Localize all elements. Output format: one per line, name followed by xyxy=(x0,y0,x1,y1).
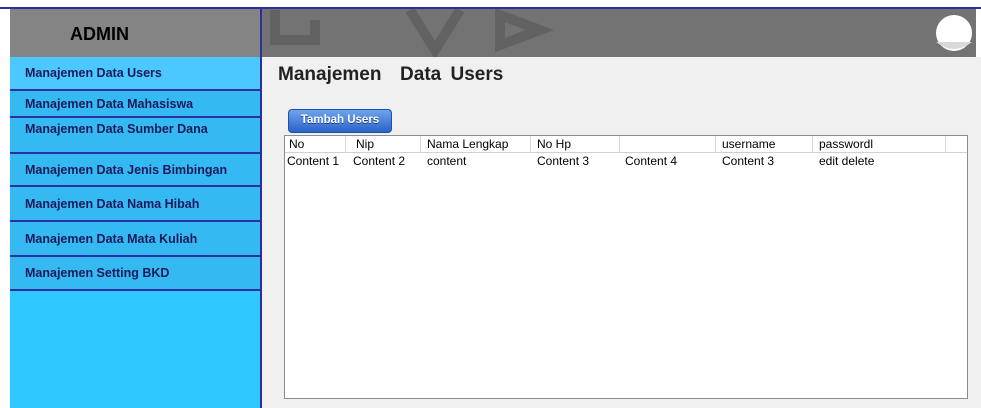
admin-title: ADMIN xyxy=(70,24,129,44)
sidebar-item-label: Manajemen Data Sumber Dana xyxy=(25,122,208,136)
sidebar-item-data-mata-kuliah[interactable]: Manajemen Data Mata Kuliah xyxy=(10,222,260,257)
column-header-nip[interactable]: Nip xyxy=(356,137,374,151)
cell-nip: Content 2 xyxy=(353,154,406,168)
sidebar-item-label: Manajemen Setting BKD xyxy=(25,266,170,280)
sidebar-item-label: Manajemen Data Nama Hibah xyxy=(25,196,200,211)
sidebar-item-data-sumber-dana[interactable]: Manajemen Data Sumber Dana xyxy=(10,118,260,154)
page-title: Manajemen Data Users xyxy=(278,64,504,85)
cell-no: Content 1 xyxy=(287,154,340,168)
sidebar-item-data-users[interactable]: Manajemen Data Users xyxy=(10,57,260,91)
sidebar-empty-area xyxy=(10,291,260,408)
sidebar-item-data-mahasiswa[interactable]: Manajemen Data Mahasiswa xyxy=(10,91,260,118)
main-content: Manajemen Data Users Tambah Users No Nip… xyxy=(262,57,981,408)
sidebar-item-label: Manajemen Data Jenis Bimbingan xyxy=(25,162,228,177)
sidebar-item-label: Manajemen Data Mahasiswa xyxy=(25,96,194,111)
column-header-no-hp[interactable]: No Hp xyxy=(537,137,571,151)
sidebar-item-label: Manajemen Data Mata Kuliah xyxy=(25,231,198,246)
add-user-button[interactable]: Tambah Users xyxy=(288,109,392,133)
table-row[interactable]: Content 1 Content 2 content Content 3 Co… xyxy=(285,153,967,169)
table-header: No Nip Nama Lengkap No Hp username passw… xyxy=(285,136,967,153)
cell-no-hp: Content 3 xyxy=(537,154,590,168)
sidebar-item-setting-bkd[interactable]: Manajemen Setting BKD xyxy=(10,257,260,291)
sidebar-item-data-nama-hibah[interactable]: Manajemen Data Nama Hibah xyxy=(10,187,260,222)
sidebar-item-label: Manajemen Data Users xyxy=(25,66,162,80)
avatar-icon xyxy=(932,12,976,56)
column-header-username[interactable]: username xyxy=(722,137,775,151)
cell-blank: Content 4 xyxy=(625,154,678,168)
cell-actions[interactable]: edit delete xyxy=(819,154,874,168)
user-avatar[interactable] xyxy=(932,12,976,56)
sidebar-item-data-jenis-bimbingan[interactable]: Manajemen Data Jenis Bimbingan xyxy=(10,154,260,187)
column-header-no[interactable]: No xyxy=(289,137,304,151)
users-table: No Nip Nama Lengkap No Hp username passw… xyxy=(284,135,968,399)
column-header-nama-lengkap[interactable]: Nama Lengkap xyxy=(427,137,508,151)
cell-nama-lengkap: content xyxy=(427,154,467,168)
column-header-password[interactable]: passwordl xyxy=(819,137,873,151)
header-brand: ADMIN xyxy=(10,9,262,57)
sidebar: Manajemen Data Users Manajemen Data Maha… xyxy=(10,57,262,408)
cell-username: Content 3 xyxy=(722,154,775,168)
